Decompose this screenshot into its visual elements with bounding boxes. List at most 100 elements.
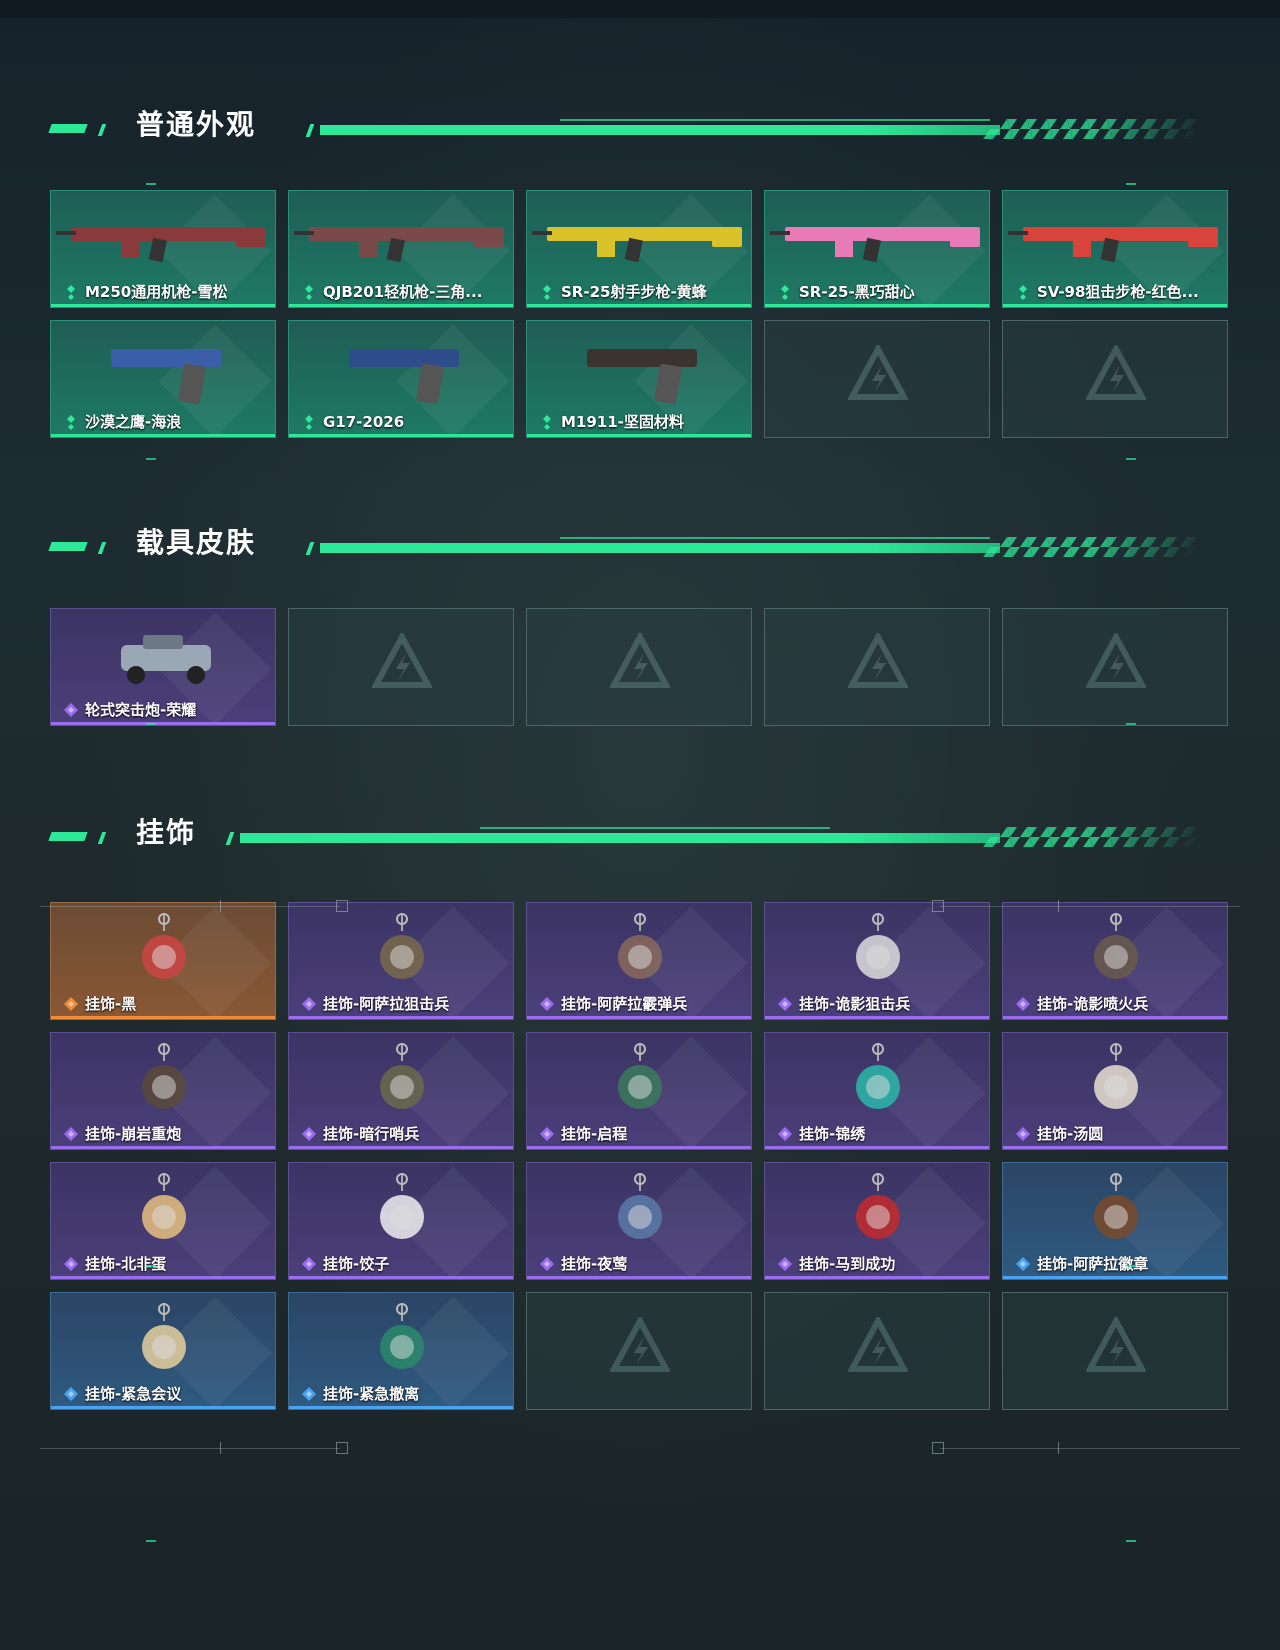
item-name: 挂饰-紧急撤离: [323, 1385, 420, 1403]
corner-marker: [146, 458, 156, 460]
section-header: 普通外观: [0, 105, 1280, 145]
empty-slot: [1002, 608, 1228, 726]
rarity-diamond-icon: [67, 285, 75, 300]
marksman-rifle-icon: [770, 227, 980, 263]
item-card[interactable]: SV-98狙击步枪-红色...: [1002, 190, 1228, 308]
header-line: [240, 833, 1000, 843]
empty-slot: [1002, 1292, 1228, 1410]
item-card[interactable]: 挂饰-崩岩重炮: [50, 1032, 276, 1150]
rarity-diamond-icon: [1016, 1127, 1030, 1141]
header-checker-pattern: [982, 119, 1208, 139]
header-accent: [48, 542, 88, 551]
item-name: SV-98狙击步枪-红色...: [1037, 283, 1199, 301]
rarity-bar: [1003, 1146, 1227, 1149]
rarity-bar: [51, 1016, 275, 1019]
rarity-diamond-icon: [302, 997, 316, 1011]
corner-marker: [146, 723, 156, 725]
rarity-bar: [51, 434, 275, 437]
item-card[interactable]: SR-25射手步枪-黄蜂: [526, 190, 752, 308]
rarity-diamond-icon: [64, 997, 78, 1011]
charm-icon: [856, 1043, 900, 1109]
frame-line: [40, 1448, 340, 1449]
rarity-bar: [51, 1276, 275, 1279]
empty-slot: [1002, 320, 1228, 438]
empty-slot-logo-icon: [1086, 633, 1146, 688]
item-card[interactable]: 挂饰-阿萨拉狙击兵: [288, 902, 514, 1020]
item-card[interactable]: 挂饰-阿萨拉徽章: [1002, 1162, 1228, 1280]
item-name: 挂饰-马到成功: [799, 1255, 896, 1273]
section-title: 普通外观: [136, 108, 257, 141]
header-thin-line: [560, 537, 990, 539]
section-title: 载具皮肤: [136, 526, 257, 559]
item-card[interactable]: SR-25-黑巧甜心: [764, 190, 990, 308]
item-card[interactable]: 挂饰-马到成功: [764, 1162, 990, 1280]
item-name: 挂饰-锦绣: [799, 1125, 866, 1143]
item-card[interactable]: 挂饰-暗行哨兵: [288, 1032, 514, 1150]
light-machine-gun-icon: [294, 227, 504, 263]
rarity-bar: [765, 1016, 989, 1019]
rarity-diamond-icon: [543, 415, 551, 430]
charm-icon: [142, 1043, 186, 1109]
frame-line: [940, 906, 1240, 907]
item-card[interactable]: 挂饰-启程: [526, 1032, 752, 1150]
rarity-diamond-icon: [540, 997, 554, 1011]
corner-marker: [146, 1540, 156, 1542]
machine-gun-icon: [56, 227, 266, 263]
frame-tick: [1058, 900, 1059, 912]
frame-tick: [220, 900, 221, 912]
item-card[interactable]: 挂饰-饺子: [288, 1162, 514, 1280]
rarity-diamond-icon: [540, 1127, 554, 1141]
item-card[interactable]: 挂饰-阿萨拉霰弹兵: [526, 902, 752, 1020]
item-name: 挂饰-暗行哨兵: [323, 1125, 420, 1143]
rarity-bar: [289, 1146, 513, 1149]
empty-slot-logo-icon: [848, 633, 908, 688]
rarity-bar: [1003, 304, 1227, 307]
item-card[interactable]: 挂饰-北非蛋: [50, 1162, 276, 1280]
corner-marker: [146, 183, 156, 185]
item-name: 挂饰-诡影狙击兵: [799, 995, 911, 1013]
item-card[interactable]: M1911-坚固材料: [526, 320, 752, 438]
item-card[interactable]: 沙漠之鹰-海浪: [50, 320, 276, 438]
rarity-diamond-icon: [1016, 997, 1030, 1011]
rarity-diamond-icon: [64, 1127, 78, 1141]
header-accent: [97, 832, 107, 844]
rarity-bar: [527, 1016, 751, 1019]
item-card[interactable]: 挂饰-汤圆: [1002, 1032, 1228, 1150]
pistol-icon: [349, 349, 459, 405]
item-card[interactable]: 轮式突击炮-荣耀: [50, 608, 276, 726]
item-name: 挂饰-汤圆: [1037, 1125, 1104, 1143]
section-title: 挂饰: [136, 816, 197, 849]
rarity-diamond-icon: [302, 1257, 316, 1271]
item-name: 挂饰-启程: [561, 1125, 628, 1143]
item-card[interactable]: 挂饰-紧急撤离: [288, 1292, 514, 1410]
frame-tick: [1058, 1442, 1059, 1454]
rarity-bar: [765, 1276, 989, 1279]
item-card[interactable]: 挂饰-黑: [50, 902, 276, 1020]
item-card[interactable]: 挂饰-夜莺: [526, 1162, 752, 1280]
frame-square: [336, 900, 348, 912]
item-card[interactable]: QJB201轻机枪-三角...: [288, 190, 514, 308]
corner-marker: [1126, 723, 1136, 725]
rarity-bar: [765, 304, 989, 307]
item-card[interactable]: 挂饰-锦绣: [764, 1032, 990, 1150]
empty-slot: [526, 608, 752, 726]
rarity-diamond-icon: [305, 285, 313, 300]
rarity-diamond-icon: [781, 285, 789, 300]
rarity-diamond-icon: [302, 1127, 316, 1141]
item-card[interactable]: M250通用机枪-雪松: [50, 190, 276, 308]
header-thin-line: [480, 827, 830, 829]
item-name: 沙漠之鹰-海浪: [85, 413, 182, 431]
item-card[interactable]: 挂饰-诡影狙击兵: [764, 902, 990, 1020]
item-name: SR-25-黑巧甜心: [799, 283, 915, 301]
section-header: 载具皮肤: [0, 523, 1280, 563]
item-card[interactable]: G17-2026: [288, 320, 514, 438]
sniper-rifle-icon: [1008, 227, 1218, 263]
header-accent: [48, 832, 88, 841]
rarity-bar: [527, 304, 751, 307]
charm-icon: [142, 1303, 186, 1369]
item-card[interactable]: 挂饰-诡影喷火兵: [1002, 902, 1228, 1020]
header-thin-line: [560, 119, 990, 121]
rarity-bar: [289, 434, 513, 437]
charm-icon: [380, 1173, 424, 1239]
item-card[interactable]: 挂饰-紧急会议: [50, 1292, 276, 1410]
